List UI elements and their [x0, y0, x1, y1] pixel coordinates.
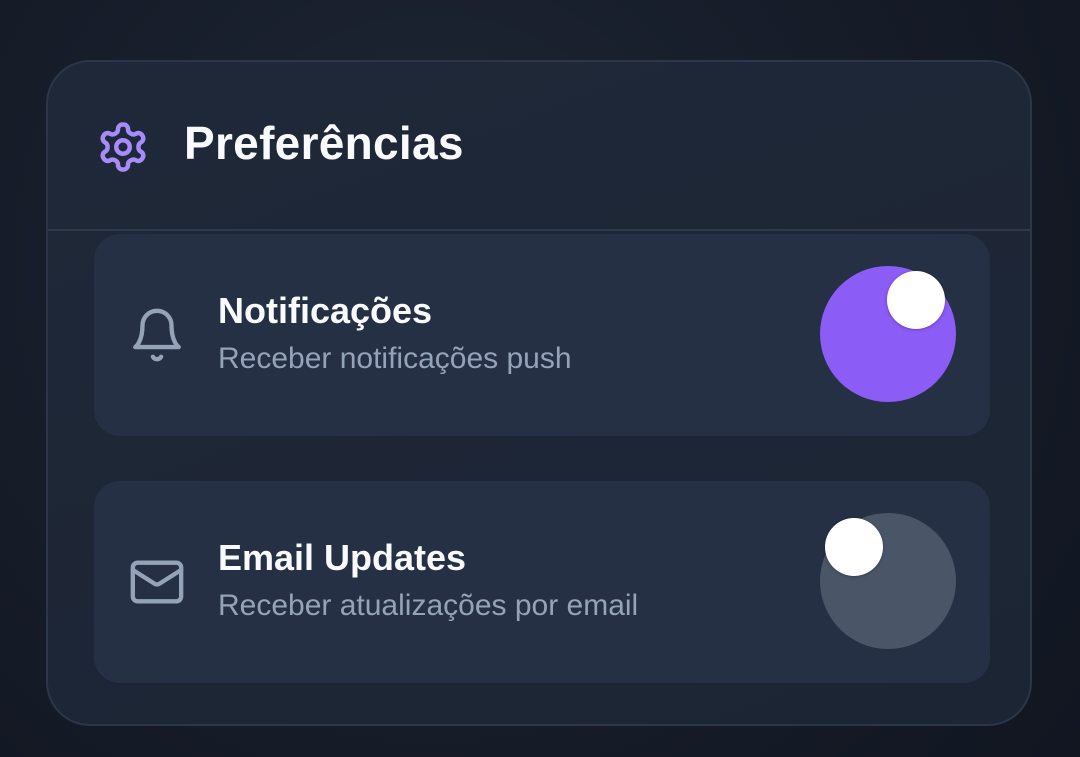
email-updates-toggle[interactable]: [820, 513, 956, 649]
preferences-card: Preferências Notificações Receber notifi…: [46, 60, 1032, 726]
setting-description: Receber notificações push: [218, 342, 572, 375]
setting-row-email-updates: Email Updates Receber atualizações por e…: [94, 481, 990, 683]
setting-description: Receber atualizações por email: [218, 589, 639, 622]
card-header: Preferências: [48, 62, 1030, 231]
envelope-icon: [130, 560, 184, 604]
toggle-knob: [887, 271, 945, 329]
bell-icon: [133, 308, 181, 362]
setting-title: Notificações: [218, 290, 433, 331]
notifications-toggle[interactable]: [820, 266, 956, 402]
panel-title: Preferências: [184, 117, 464, 169]
setting-title: Email Updates: [218, 537, 467, 578]
setting-row-notifications: Notificações Receber notificações push: [94, 234, 990, 436]
gear-icon: [100, 122, 146, 172]
toggle-knob: [825, 518, 883, 576]
